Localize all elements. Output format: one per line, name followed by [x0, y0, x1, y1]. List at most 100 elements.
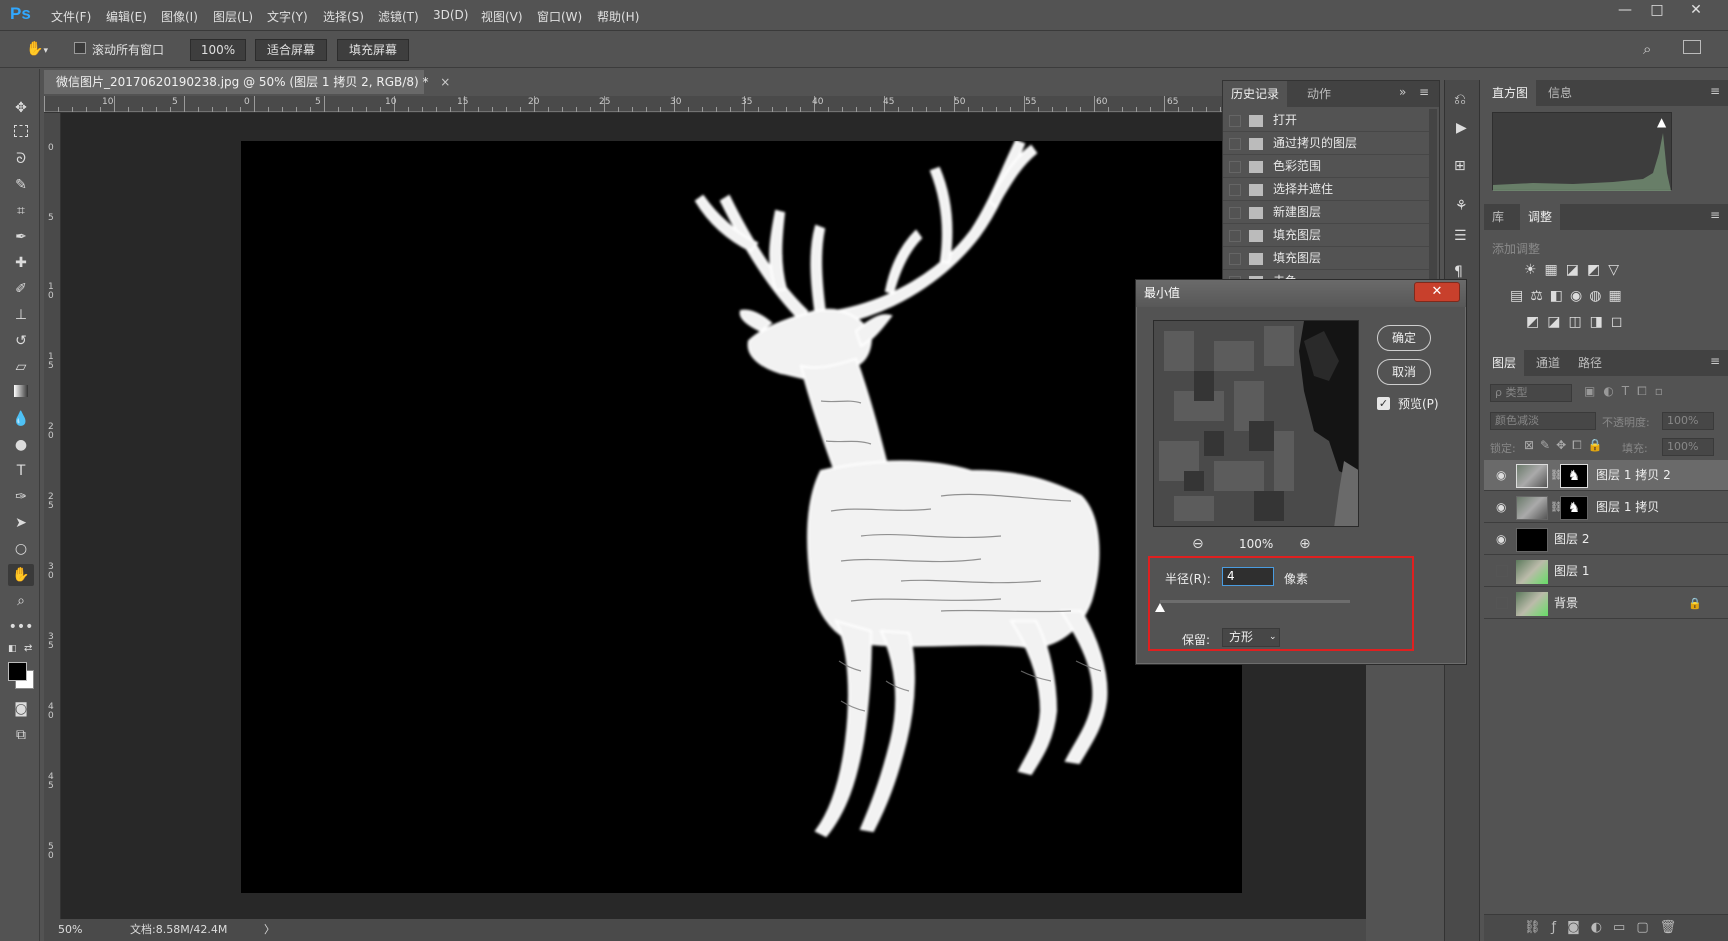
layer-row[interactable]: 背景 🔒	[1484, 588, 1728, 619]
brush-tool-icon[interactable]: ✐	[8, 278, 34, 300]
hand-tool-icon[interactable]: ✋	[8, 564, 34, 586]
foreground-color-swatch[interactable]	[8, 662, 27, 681]
properties-icon[interactable]: ⊞	[1454, 158, 1466, 174]
adjust-sliders-icon[interactable]: ☰	[1454, 228, 1467, 244]
tab-history[interactable]: 历史记录	[1223, 81, 1288, 107]
dialog-close-button[interactable]: ✕	[1414, 282, 1460, 302]
paragraph-icon[interactable]: ¶	[1454, 264, 1463, 280]
path-select-tool-icon[interactable]: ➤	[8, 512, 34, 534]
default-colors-icon[interactable]: ◧	[8, 644, 18, 654]
menu-view[interactable]: 视图(V)	[481, 8, 523, 25]
fill-screen-button[interactable]: 填充屏幕	[337, 39, 409, 61]
tab-libraries[interactable]: 库	[1484, 204, 1512, 230]
tab-histogram[interactable]: 直方图	[1484, 80, 1537, 106]
tab-info[interactable]: 信息	[1540, 80, 1580, 106]
layer-row[interactable]: ◉ ⛓ ♞ 图层 1 拷贝 2	[1484, 460, 1728, 491]
menu-help[interactable]: 帮助(H)	[597, 8, 639, 25]
zoom-tool-icon[interactable]: ⌕	[8, 590, 34, 612]
eraser-tool-icon[interactable]: ▱	[8, 356, 34, 378]
menu-edit[interactable]: 编辑(E)	[106, 8, 147, 25]
history-item[interactable]: 填充图层	[1223, 224, 1433, 247]
adjustment-icons-row-3[interactable]: ◩◪◫◨◻	[1526, 314, 1696, 330]
menu-file[interactable]: 文件(F)	[51, 8, 91, 25]
move-tool-icon[interactable]: ✥	[8, 97, 34, 119]
healing-brush-tool-icon[interactable]: ✚	[8, 252, 34, 274]
layer-name[interactable]: 图层 1 拷贝	[1596, 492, 1659, 523]
workspace-icon[interactable]	[1683, 40, 1701, 54]
screen-mode-icon[interactable]: ⧉	[8, 724, 34, 746]
maximize-button[interactable]: □	[1644, 2, 1670, 22]
layer-row[interactable]: ◉ ⛓ ♞ 图层 1 拷贝	[1484, 492, 1728, 523]
clone-stamp-tool-icon[interactable]: ⊥	[8, 304, 34, 326]
blur-tool-icon[interactable]: 💧	[8, 408, 34, 430]
tab-actions[interactable]: 动作	[1299, 81, 1339, 107]
radius-slider-track[interactable]	[1160, 600, 1350, 603]
actions-play-icon[interactable]: ▶	[1456, 120, 1467, 136]
menu-filter[interactable]: 滤镜(T)	[378, 8, 419, 25]
history-item[interactable]: 打开	[1223, 109, 1433, 132]
quick-select-tool-icon[interactable]: ✎	[8, 174, 34, 196]
status-zoom[interactable]: 50%	[58, 919, 82, 941]
adjustment-icons-row-1[interactable]: ☀▦◪◩▽	[1524, 262, 1684, 278]
document-canvas[interactable]	[241, 139, 1242, 893]
history-item[interactable]: 选择并遮住	[1223, 178, 1433, 201]
history-item[interactable]: 色彩范围	[1223, 155, 1433, 178]
cancel-button[interactable]: 取消	[1377, 359, 1431, 385]
filter-preview[interactable]	[1153, 320, 1359, 527]
hand-tool-preset-icon[interactable]: ✋▾	[26, 41, 62, 59]
zoom-100-button[interactable]: 100%	[190, 39, 246, 61]
visibility-toggle[interactable]	[1496, 565, 1508, 577]
history-scrollbar[interactable]	[1429, 109, 1437, 279]
quick-mask-icon[interactable]: ◙	[8, 698, 34, 720]
layer-name[interactable]: 图层 1	[1554, 556, 1589, 587]
fit-screen-button[interactable]: 适合屏幕	[255, 39, 327, 61]
zoom-out-icon[interactable]: ⊖	[1192, 536, 1204, 552]
document-tab-close[interactable]: ×	[440, 75, 450, 89]
crop-tool-icon[interactable]: ⌗	[8, 200, 34, 222]
fill-field[interactable]: 100%	[1662, 438, 1714, 456]
tab-adjustments[interactable]: 调整	[1520, 204, 1561, 230]
preview-checkbox[interactable]: ✓	[1377, 397, 1390, 410]
brush-settings-icon[interactable]: ⚘	[1455, 198, 1468, 214]
panel-menu-icon[interactable]: ≡	[1710, 354, 1720, 368]
panel-menu-icon[interactable]: ≡	[1710, 208, 1720, 222]
panel-menu-icon[interactable]: ≡	[1419, 85, 1429, 99]
adjustment-icons-row-2[interactable]: ▤⚖◧◉◍▦	[1510, 288, 1700, 304]
document-tab[interactable]: 微信图片_20170620190238.jpg @ 50% (图层 1 拷贝 2…	[44, 70, 450, 94]
history-item[interactable]: 通过拷贝的图层	[1223, 132, 1433, 155]
menu-type[interactable]: 文字(Y)	[267, 8, 308, 25]
history-brush-tool-icon[interactable]: ↺	[8, 330, 34, 352]
eye-icon[interactable]: ◉	[1496, 492, 1506, 523]
history-item[interactable]: 新建图层	[1223, 201, 1433, 224]
lasso-tool-icon[interactable]: ᘐ	[8, 148, 34, 170]
panel-menu-icon[interactable]: ≡	[1710, 84, 1720, 98]
gradient-tool-icon[interactable]	[8, 382, 34, 404]
dodge-tool-icon[interactable]: ●	[8, 434, 34, 456]
history-panel-icon[interactable]: ⎌	[1454, 90, 1466, 108]
warning-icon[interactable]: ▲	[1657, 115, 1666, 129]
menu-layer[interactable]: 图层(L)	[213, 8, 253, 25]
layer-name[interactable]: 背景	[1554, 588, 1578, 619]
menu-image[interactable]: 图像(I)	[161, 8, 198, 25]
menu-select[interactable]: 选择(S)	[323, 8, 364, 25]
menu-3d[interactable]: 3D(D)	[433, 8, 468, 22]
more-tools-icon[interactable]: •••	[8, 616, 34, 638]
ellipse-tool-icon[interactable]: ○	[8, 538, 34, 560]
radius-slider-handle[interactable]	[1155, 603, 1165, 612]
search-icon[interactable]: ⌕	[1643, 40, 1651, 58]
layer-action-icons[interactable]: ⛓ƒ◙◐▭▢🗑	[1524, 920, 1714, 935]
menu-window[interactable]: 窗口(W)	[537, 8, 582, 25]
status-menu-arrow[interactable]: 〉	[264, 919, 275, 941]
lock-icons[interactable]: ⊠✎✥⧠🔒	[1524, 438, 1614, 453]
blend-mode-select[interactable]: 颜色减淡	[1490, 412, 1596, 430]
layer-name[interactable]: 图层 2	[1554, 524, 1589, 555]
marquee-tool-icon[interactable]	[8, 122, 34, 144]
eye-icon[interactable]: ◉	[1496, 460, 1506, 491]
collapse-icon[interactable]: »	[1399, 85, 1406, 99]
visibility-toggle[interactable]	[1496, 597, 1508, 609]
type-tool-icon[interactable]: T	[8, 460, 34, 482]
layer-filter-select[interactable]: ρ 类型	[1490, 384, 1572, 402]
layer-row[interactable]: ◉ 图层 2	[1484, 524, 1728, 555]
minimize-button[interactable]: —	[1612, 2, 1638, 22]
eyedropper-tool-icon[interactable]: ✒	[8, 226, 34, 248]
